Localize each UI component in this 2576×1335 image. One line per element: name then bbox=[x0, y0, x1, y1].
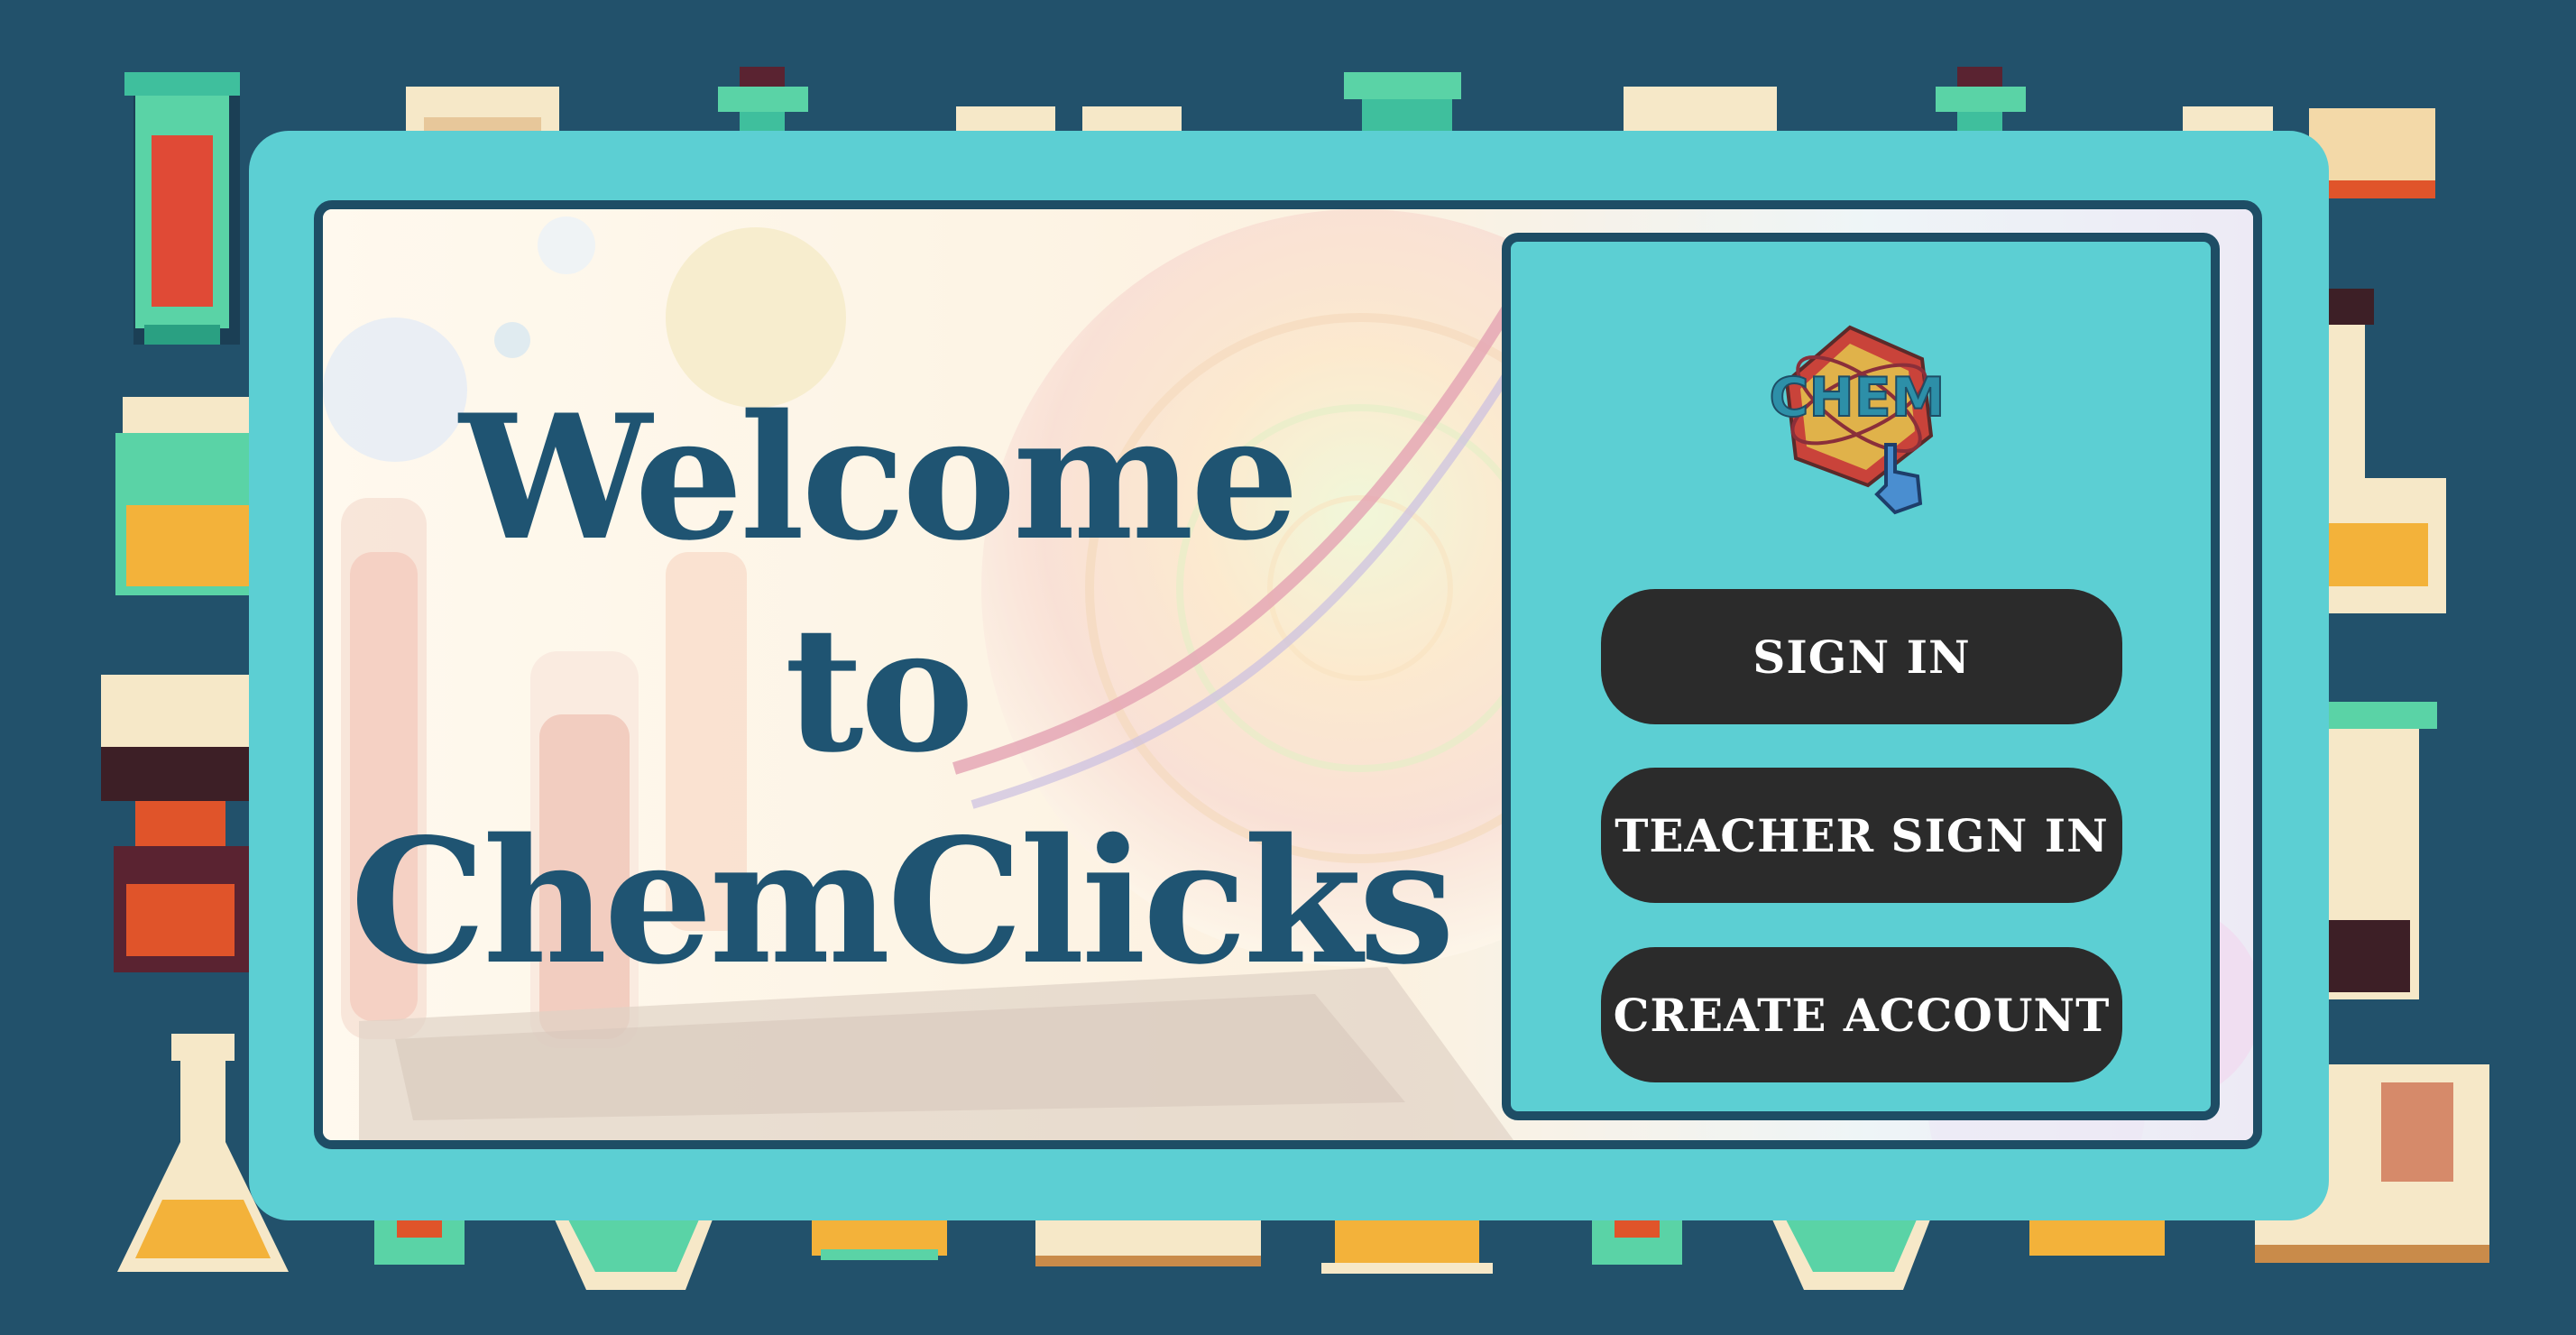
bowl-bottom-1-icon bbox=[555, 1220, 713, 1290]
flask-bottom-yellow-icon bbox=[1321, 1220, 1493, 1274]
bottle-top-2-icon bbox=[1936, 67, 2026, 139]
auth-panel: CHEM SIGN IN TEACHER SIGN IN CREATE ACCO… bbox=[1502, 233, 2220, 1120]
bowl-bottom-2-icon bbox=[1772, 1220, 1930, 1290]
welcome-line-2: to bbox=[784, 589, 975, 790]
welcome-heading: Welcome to ChemClicks bbox=[350, 372, 1455, 1008]
welcome-line-3: ChemClicks bbox=[350, 801, 1455, 1002]
create-account-button[interactable]: CREATE ACCOUNT bbox=[1601, 947, 2122, 1082]
bottle-bottom-1-icon bbox=[374, 1220, 465, 1265]
dish-bottom-2-icon bbox=[2029, 1220, 2165, 1256]
beaker-top-green-icon bbox=[1344, 72, 1461, 135]
flask-top-1-icon bbox=[406, 87, 559, 135]
bottle-top-1-icon bbox=[718, 67, 808, 139]
sign-in-button[interactable]: SIGN IN bbox=[1601, 589, 2122, 724]
test-tube-red-icon bbox=[124, 72, 240, 345]
dish-bottom-1-icon bbox=[812, 1220, 947, 1260]
welcome-line-1: Welcome bbox=[459, 377, 1299, 578]
bottle-bottom-2-icon bbox=[1592, 1220, 1682, 1265]
chem-logo-icon: CHEM bbox=[1769, 325, 1946, 515]
book-bottom-1-icon bbox=[1035, 1220, 1261, 1266]
jar-yellow-icon bbox=[115, 397, 251, 595]
flask-top-3-icon bbox=[1624, 87, 1777, 132]
beaker-right-icon bbox=[2329, 702, 2437, 999]
flask-right-1-icon bbox=[2329, 289, 2446, 613]
teacher-sign-in-button[interactable]: TEACHER SIGN IN bbox=[1601, 768, 2122, 903]
logo-text: CHEM bbox=[1770, 366, 1946, 429]
hourglass-icon bbox=[101, 675, 254, 972]
